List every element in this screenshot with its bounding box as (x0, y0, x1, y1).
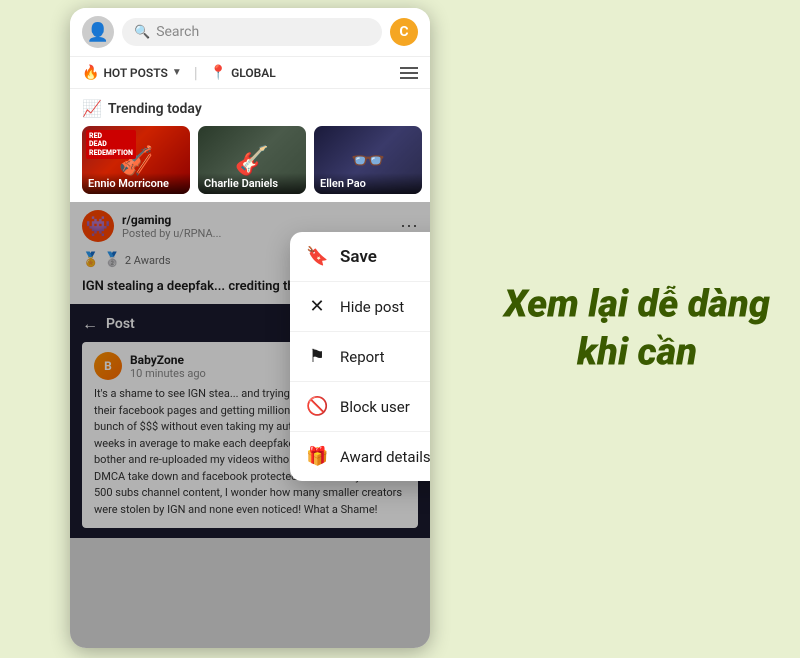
post-area: 👾 r/gaming Posted by u/RPNA... ⋯ 🏅 🥈 2 A… (70, 202, 430, 648)
coin-button[interactable]: C (390, 18, 418, 46)
search-icon: 🔍 (134, 25, 150, 40)
trending-card-ennio[interactable]: 🎻 REDDEADREDEMPTION Ennio Morricone (82, 126, 190, 194)
award-details-menu-item[interactable]: 🎁 Award details (290, 432, 430, 481)
report-label: Report (340, 348, 385, 366)
trending-card-charlie[interactable]: 🎸 Charlie Daniels (198, 126, 306, 194)
trending-section: 📈 Trending today 🎻 REDDEADREDEMPTION Enn… (70, 89, 430, 202)
block-user-label: Block user (340, 398, 410, 416)
rdr-logo: REDDEADREDEMPTION (86, 130, 136, 159)
block-user-menu-item[interactable]: 🚫 Block user (290, 382, 430, 432)
global-label: GLOBAL (231, 66, 276, 80)
report-menu-item[interactable]: ⚑ Report (290, 332, 430, 382)
trending-header: 📈 Trending today (82, 99, 418, 118)
hot-posts-label: HOT POSTS (103, 66, 167, 80)
nav-divider: | (194, 63, 198, 82)
global-nav[interactable]: 📍 GLOBAL (210, 65, 276, 81)
hamburger-menu[interactable] (400, 67, 418, 79)
promo-line1: Xem lại dễ dàng (504, 282, 770, 330)
save-label: Save (340, 247, 377, 267)
flag-icon: ⚑ (306, 346, 328, 367)
trending-cards: 🎻 REDDEADREDEMPTION Ennio Morricone 🎸 Ch… (82, 126, 418, 194)
award-details-icon: 🎁 (306, 446, 328, 467)
bookmark-icon: 🔖 (306, 246, 328, 267)
ellen-label: Ellen Pao (314, 173, 422, 194)
block-icon: 🚫 (306, 396, 328, 417)
context-menu-overlay[interactable]: 🔖 Save ✕ Hide post ⚑ Report 🚫 Block user (70, 202, 430, 648)
flame-icon: 🔥 (82, 65, 99, 81)
dropdown-arrow-icon: ▼ (172, 67, 182, 78)
location-icon: 📍 (210, 65, 227, 81)
trending-title: Trending today (108, 101, 202, 117)
search-label: Search (156, 24, 199, 40)
hot-posts-nav[interactable]: 🔥 HOT POSTS ▼ (82, 65, 182, 81)
promo-line2: khi cần (504, 329, 770, 377)
user-avatar[interactable]: 👤 (82, 16, 114, 48)
award-details-label: Award details (340, 448, 430, 466)
top-bar: 👤 🔍 Search C (70, 8, 430, 57)
hide-post-menu-item[interactable]: ✕ Hide post (290, 282, 430, 332)
save-menu-item[interactable]: 🔖 Save (290, 232, 430, 282)
trending-card-ellen[interactable]: 👓 Ellen Pao (314, 126, 422, 194)
phone-frame: 👤 🔍 Search C 🔥 HOT POSTS ▼ | 📍 GLOBAL 📈 … (70, 8, 430, 648)
ennio-label: Ennio Morricone (82, 173, 190, 194)
promo-text: Xem lại dễ dàng khi cần (504, 282, 770, 377)
trending-icon: 📈 (82, 99, 102, 118)
charlie-label: Charlie Daniels (198, 173, 306, 194)
hide-post-label: Hide post (340, 298, 404, 316)
search-bar[interactable]: 🔍 Search (122, 18, 382, 46)
hide-icon: ✕ (306, 296, 328, 317)
nav-bar: 🔥 HOT POSTS ▼ | 📍 GLOBAL (70, 57, 430, 89)
context-menu: 🔖 Save ✕ Hide post ⚑ Report 🚫 Block user (290, 232, 430, 481)
